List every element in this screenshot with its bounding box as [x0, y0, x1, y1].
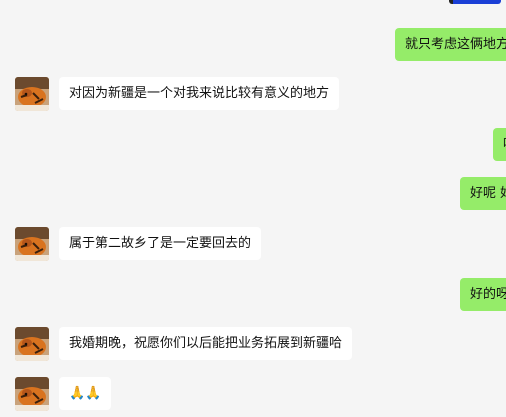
tiger-avatar-icon [15, 327, 49, 361]
message-row-outgoing: 哈 [493, 128, 506, 161]
outgoing-message-bubble[interactable]: 哈 [493, 128, 506, 161]
contact-avatar[interactable] [15, 77, 49, 111]
self-avatar-partial[interactable] [449, 0, 501, 4]
incoming-message-bubble[interactable]: 对因为新疆是一个对我来说比较有意义的地方 [59, 77, 340, 110]
incoming-message-bubble[interactable]: 我婚期晚，祝愿你们以后能把业务拓展到新疆哈 [59, 327, 353, 360]
outgoing-message-bubble[interactable]: 好的呀 [460, 278, 506, 311]
message-row-incoming: 我婚期晚，祝愿你们以后能把业务拓展到新疆哈 [15, 327, 353, 361]
tiger-avatar-icon [15, 377, 49, 411]
tiger-avatar-icon [15, 227, 49, 261]
message-row-outgoing: 就只考虑这俩地方 [395, 28, 506, 61]
contact-avatar[interactable] [15, 327, 49, 361]
message-row-outgoing: 好的呀 [460, 278, 506, 311]
message-row-incoming: 属于第二故乡了是一定要回去的 [15, 227, 262, 261]
incoming-message-bubble[interactable]: 🙏🙏 [59, 377, 112, 410]
message-row-incoming: 🙏🙏 [15, 377, 112, 411]
message-row-incoming: 对因为新疆是一个对我来说比较有意义的地方 [15, 77, 340, 111]
contact-avatar[interactable] [15, 227, 49, 261]
outgoing-message-bubble[interactable]: 就只考虑这俩地方 [395, 28, 506, 61]
message-row-outgoing: 好呢 好 [460, 177, 506, 210]
chat-window: 就只考虑这俩地方 对因为新疆是一个对我来说比较有意义的地方 哈 好呢 好 [0, 0, 506, 417]
tiger-avatar-icon [15, 77, 49, 111]
contact-avatar[interactable] [15, 377, 49, 411]
incoming-message-bubble[interactable]: 属于第二故乡了是一定要回去的 [59, 227, 262, 260]
outgoing-message-bubble[interactable]: 好呢 好 [460, 177, 506, 210]
